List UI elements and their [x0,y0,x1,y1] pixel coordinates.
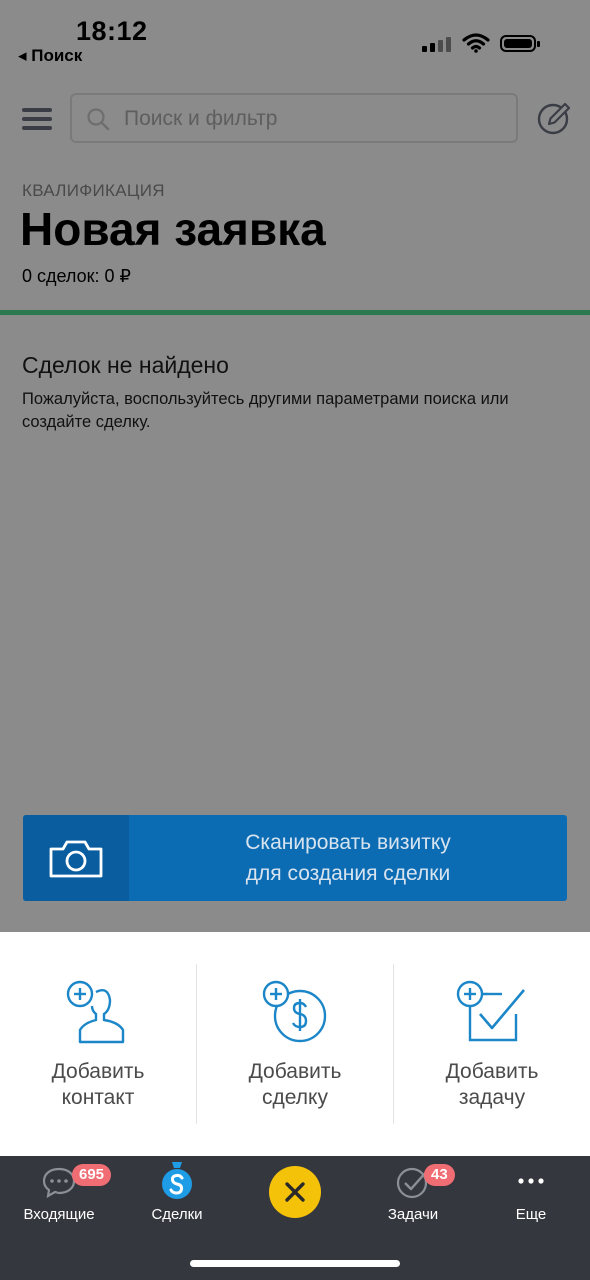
inbox-badge: 695 [72,1164,112,1186]
status-bar: 18:12 ◂ Поиск [0,0,590,80]
add-task-label-2: задачу [458,1086,526,1109]
tab-inbox[interactable]: 695 Входящие [12,1156,112,1236]
page-title: Новая заявка [20,203,326,255]
battery-icon [500,35,540,52]
scan-label-line2: для создания сделки [245,862,451,885]
camera-icon-area [23,815,129,901]
camera-icon [49,840,103,878]
deals-icon [162,1162,192,1199]
add-task-icon [456,980,525,1042]
empty-state-title: Сделок не найдено [22,352,229,378]
tab-tasks[interactable]: 43 Задачи [366,1156,460,1236]
cellular-signal-icon [422,36,452,52]
quick-add-sheet: Добавить контакт Добавить сделку Добавит… [0,932,590,1156]
add-task-label-1: Добавить [445,1060,539,1083]
stage-color-bar [0,310,590,315]
back-to-search-link[interactable]: ◂ Поиск [18,46,82,66]
add-contact-label-2: контакт [61,1086,135,1109]
add-contact-icon [66,980,125,1044]
pipeline-stage-label: КВАЛИФИКАЦИЯ [22,181,165,200]
deals-count: 0 сделок: 0 ₽ [22,266,131,286]
search-box[interactable] [70,93,518,143]
search-input[interactable] [124,105,504,133]
chat-icon [42,1167,76,1198]
scan-button-label: Сканировать визитку для создания сделки [129,827,567,889]
clock: 18:12 [76,16,148,46]
tab-deals[interactable]: Сделки [130,1156,224,1236]
hamburger-menu-icon[interactable] [22,108,52,130]
tasks-badge: 43 [424,1164,455,1186]
add-contact-label-1: Добавить [51,1060,145,1083]
search-icon [87,108,110,131]
wifi-icon [462,33,490,53]
tab-more[interactable]: Еще [484,1156,578,1236]
tab-deals-label: Сделки [151,1206,203,1223]
add-task-button[interactable]: Добавить задачу [394,932,590,1156]
edit-pencil-icon[interactable] [536,100,572,136]
empty-state-text: Пожалуйста, воспользуйтесь другими парам… [22,390,509,431]
scan-business-card-button[interactable]: Сканировать визитку для создания сделки [23,815,567,901]
add-deal-label-1: Добавить [248,1060,342,1083]
close-quick-add-button[interactable] [269,1166,321,1218]
close-icon [285,1182,305,1202]
tab-inbox-label: Входящие [23,1206,95,1223]
home-indicator [190,1260,400,1267]
add-deal-icon [262,980,327,1043]
tab-more-label: Еще [515,1206,547,1223]
add-contact-button[interactable]: Добавить контакт [0,932,196,1156]
scan-label-line1: Сканировать визитку [245,831,451,854]
add-deal-button[interactable]: Добавить сделку [197,932,393,1156]
tab-tasks-label: Задачи [387,1206,439,1223]
more-icon [518,1178,544,1184]
add-deal-label-2: сделку [262,1086,328,1109]
